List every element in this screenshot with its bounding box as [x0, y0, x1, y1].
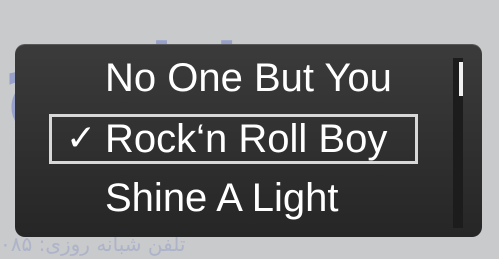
menu-item-label: No One But You — [105, 56, 392, 100]
scrollbar-thumb[interactable] — [459, 62, 463, 96]
menu-item-no-one-but-you[interactable]: No One But You — [15, 50, 455, 106]
checkmark-icon: ✓ — [66, 118, 97, 159]
menu-item-label: Rock‘n Roll Boy — [105, 117, 388, 161]
screen: اداروح تلفن شبانه روزی: ۰۸۵ No One But Y… — [0, 0, 499, 259]
song-menu: No One But You ✓ Rock‘n Roll Boy Shine A… — [15, 44, 482, 237]
menu-item-rock-n-roll-boy[interactable]: ✓ Rock‘n Roll Boy — [49, 114, 418, 164]
menu-item-label: Shine A Light — [105, 176, 339, 220]
menu-item-shine-a-light[interactable]: Shine A Light — [15, 170, 455, 226]
